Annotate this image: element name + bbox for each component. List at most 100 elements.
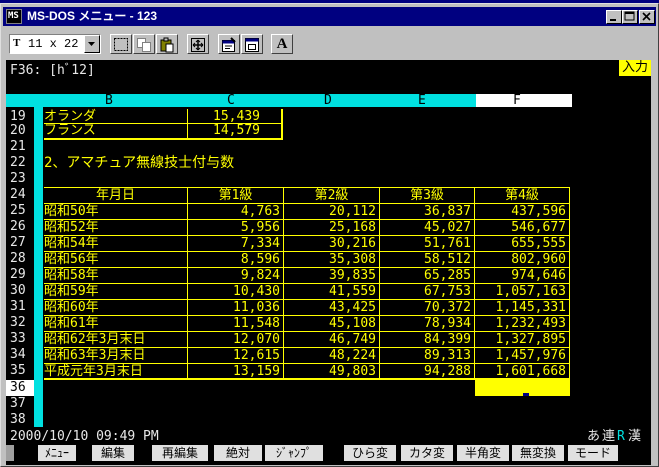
- cell-class-1[interactable]: 10,430: [188, 285, 280, 299]
- fkey-hiragana[interactable]: ひら変: [344, 445, 396, 461]
- cell-class-4[interactable]: 1,327,895: [475, 333, 566, 347]
- row-number[interactable]: 30: [10, 284, 34, 298]
- cell-class-1[interactable]: 11,036: [188, 301, 280, 315]
- cell-class-2[interactable]: 48,224: [284, 349, 376, 363]
- title-bar[interactable]: MS MS-DOS メニュー - 123: [3, 7, 656, 26]
- cell-class-2[interactable]: 25,168: [284, 221, 376, 235]
- cell-class-3[interactable]: 51,761: [380, 237, 471, 251]
- font-button[interactable]: A: [271, 34, 293, 54]
- cell-class-2[interactable]: 35,308: [284, 253, 376, 267]
- fkey-mode[interactable]: モード: [568, 445, 618, 461]
- row-number[interactable]: 33: [10, 332, 34, 346]
- row-number[interactable]: 24: [10, 188, 34, 202]
- row-number[interactable]: 32: [10, 316, 34, 330]
- mark-button[interactable]: [110, 34, 132, 54]
- close-button[interactable]: [639, 10, 655, 24]
- header-class-3[interactable]: 第3級: [380, 189, 474, 203]
- cell-class-4[interactable]: 1,232,493: [475, 317, 566, 331]
- cell-class-3[interactable]: 67,753: [380, 285, 471, 299]
- cell-value[interactable]: 14,579: [190, 124, 260, 138]
- fkey-hankaku[interactable]: 半角変: [457, 445, 509, 461]
- cell-class-3[interactable]: 84,399: [380, 333, 471, 347]
- cell-class-4[interactable]: 802,960: [475, 253, 566, 267]
- row-number[interactable]: 19: [10, 110, 34, 124]
- cell-date[interactable]: 昭和62年3月末日: [44, 333, 145, 347]
- cell-class-3[interactable]: 58,512: [380, 253, 471, 267]
- cell-class-2[interactable]: 41,559: [284, 285, 376, 299]
- col-header-f[interactable]: F: [513, 94, 521, 108]
- cell-date[interactable]: 平成元年3月末日: [44, 365, 143, 379]
- cell-class-2[interactable]: 39,835: [284, 269, 376, 283]
- cell-class-1[interactable]: 8,596: [188, 253, 280, 267]
- cell-class-1[interactable]: 12,070: [188, 333, 280, 347]
- cell-date[interactable]: 昭和50年: [44, 205, 99, 219]
- chevron-down-icon[interactable]: [84, 35, 100, 53]
- cell-date[interactable]: 昭和58年: [44, 269, 99, 283]
- cell-class-3[interactable]: 94,288: [380, 365, 471, 379]
- background-button[interactable]: [241, 34, 263, 54]
- row-number-active[interactable]: 36: [10, 381, 34, 395]
- cell-date[interactable]: 昭和60年: [44, 301, 99, 315]
- fkey-muhenkan[interactable]: 無変換: [512, 445, 564, 461]
- cell-class-3[interactable]: 78,934: [380, 317, 471, 331]
- cell-class-3[interactable]: 36,837: [380, 205, 471, 219]
- row-number[interactable]: 29: [10, 268, 34, 282]
- cell-value[interactable]: 15,439: [190, 110, 260, 124]
- row-number[interactable]: 27: [10, 236, 34, 250]
- cell-class-1[interactable]: 13,159: [188, 365, 280, 379]
- cell-class-2[interactable]: 49,803: [284, 365, 376, 379]
- cell-class-1[interactable]: 9,824: [188, 269, 280, 283]
- cell-class-4[interactable]: 546,677: [475, 221, 566, 235]
- cell-class-1[interactable]: 4,763: [188, 205, 280, 219]
- cell-class-2[interactable]: 46,749: [284, 333, 376, 347]
- cell-date[interactable]: 昭和54年: [44, 237, 99, 251]
- header-class-2[interactable]: 第2級: [284, 189, 379, 203]
- section-title[interactable]: 2、アマチュア無線技士付与数: [44, 156, 234, 170]
- ms-dos-app-icon[interactable]: MS: [6, 9, 22, 24]
- cell-class-1[interactable]: 11,548: [188, 317, 280, 331]
- fkey-absolute[interactable]: 絶対: [214, 445, 262, 461]
- row-number[interactable]: 25: [10, 204, 34, 218]
- cell-date[interactable]: 昭和63年3月末日: [44, 349, 145, 363]
- row-number[interactable]: 31: [10, 300, 34, 314]
- copy-button[interactable]: [133, 34, 155, 54]
- paste-button[interactable]: [156, 34, 178, 54]
- cell-class-2[interactable]: 45,108: [284, 317, 376, 331]
- row-number[interactable]: 20: [10, 124, 34, 138]
- col-header-b[interactable]: B: [105, 94, 113, 108]
- cell-class-3[interactable]: 65,285: [380, 269, 471, 283]
- cell-date[interactable]: 昭和56年: [44, 253, 99, 267]
- header-date[interactable]: 年月日: [44, 189, 187, 203]
- cell-class-4[interactable]: 1,457,976: [475, 349, 566, 363]
- row-number[interactable]: 37: [10, 397, 34, 411]
- row-number[interactable]: 21: [10, 140, 34, 154]
- cell-class-4[interactable]: 1,601,668: [475, 365, 566, 379]
- row-number[interactable]: 34: [10, 348, 34, 362]
- cell-class-4[interactable]: 974,646: [475, 269, 566, 283]
- cell-country[interactable]: オランダ: [44, 110, 96, 124]
- fkey-edit[interactable]: 編集: [92, 445, 134, 461]
- dos-screen[interactable]: F36: [hﾞ12] 入力 B C D E F 19 20 21 22 23 …: [6, 60, 651, 465]
- cell-date[interactable]: 昭和61年: [44, 317, 99, 331]
- cell-class-4[interactable]: 655,555: [475, 237, 566, 251]
- cell-class-3[interactable]: 89,313: [380, 349, 471, 363]
- cell-date[interactable]: 昭和52年: [44, 221, 99, 235]
- col-header-c[interactable]: C: [227, 94, 235, 108]
- cell-class-1[interactable]: 7,334: [188, 237, 280, 251]
- fkey-katakana[interactable]: カタ変: [401, 445, 453, 461]
- fkey-re-edit[interactable]: 再編集: [152, 445, 208, 461]
- properties-button[interactable]: [218, 34, 240, 54]
- full-screen-button[interactable]: [187, 34, 209, 54]
- cell-class-2[interactable]: 30,216: [284, 237, 376, 251]
- minimize-button[interactable]: [606, 10, 622, 24]
- header-class-1[interactable]: 第1級: [188, 189, 283, 203]
- row-number[interactable]: 23: [10, 172, 34, 186]
- row-number[interactable]: 22: [10, 156, 34, 170]
- row-number[interactable]: 28: [10, 252, 34, 266]
- cell-date[interactable]: 昭和59年: [44, 285, 99, 299]
- font-size-select[interactable]: T 11 x 22: [9, 34, 101, 54]
- cell-country[interactable]: フランス: [44, 124, 96, 138]
- cell-class-4[interactable]: 1,057,163: [475, 285, 566, 299]
- fkey-jump[interactable]: ｼﾞｬﾝﾌﾟ: [265, 445, 323, 461]
- cell-class-1[interactable]: 12,615: [188, 349, 280, 363]
